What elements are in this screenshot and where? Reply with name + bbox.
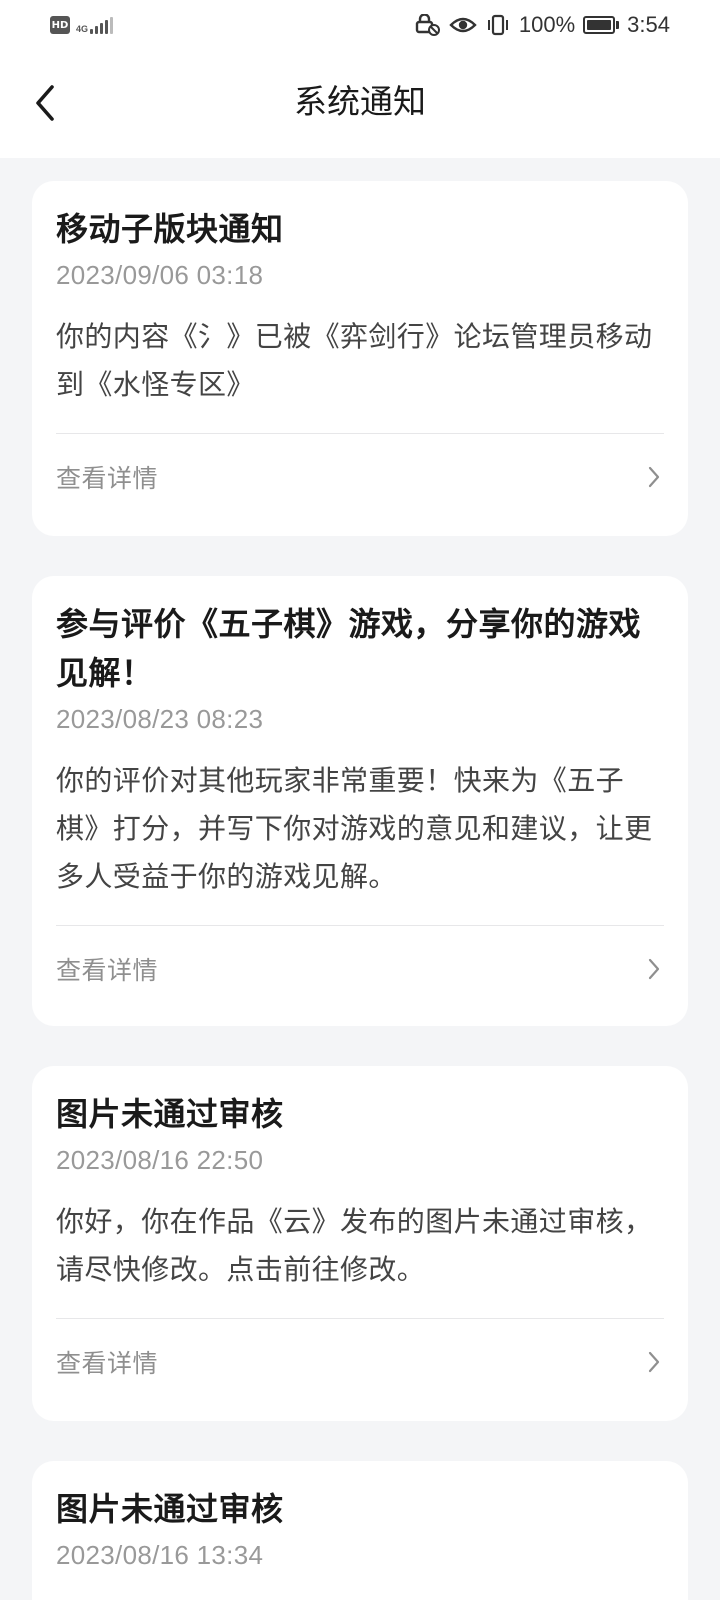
notification-title: 参与评价《五子棋》游戏，分享你的游戏见解！ <box>56 605 642 692</box>
status-bar: HD 4G 100% 3:54 <box>0 0 720 50</box>
chevron-right-icon <box>642 957 666 981</box>
notification-body: 你的评价对其他玩家非常重要！快来为《五子棋》打分，并写下你对游戏的意见和建议，让… <box>56 764 653 893</box>
clock-time: 3:54 <box>627 12 670 37</box>
notification-card: 图片未通过审核 2023/08/16 22:50 你好，你在作品《云》发布的图片… <box>32 1066 688 1421</box>
view-details-link[interactable]: 查看详情 <box>56 1319 664 1405</box>
signal-strength-icon <box>90 16 114 34</box>
chevron-right-icon <box>642 465 666 489</box>
notification-card: 移动子版块通知 2023/09/06 03:18 你的内容《氵》已被《弈剑行》论… <box>32 181 688 536</box>
notification-time: 2023/08/23 08:23 <box>56 704 264 734</box>
battery-icon <box>583 16 620 34</box>
status-right: 100% 3:54 <box>415 12 670 38</box>
view-details-label: 查看详情 <box>56 1349 159 1378</box>
notification-time: 2023/09/06 03:18 <box>56 260 264 290</box>
notification-card: 参与评价《五子棋》游戏，分享你的游戏见解！ 2023/08/23 08:23 你… <box>32 576 688 1026</box>
page-title: 系统通知 <box>294 82 426 121</box>
notification-body: 你好，你在作品《云》发布的图片未通过审核，请尽快修改。点击前往修改。 <box>56 1205 653 1286</box>
status-left: HD 4G <box>50 16 114 34</box>
battery-percent: 100% <box>518 12 576 37</box>
notification-time: 2023/08/16 13:34 <box>56 1540 264 1570</box>
vpn-key-icon <box>415 14 441 36</box>
notification-title: 移动子版块通知 <box>56 210 284 248</box>
view-details-link[interactable]: 查看详情 <box>56 434 664 520</box>
notification-title: 图片未通过审核 <box>56 1490 284 1528</box>
vibrate-icon <box>485 14 511 36</box>
view-details-label: 查看详情 <box>56 956 159 985</box>
view-details-link[interactable]: 查看详情 <box>56 926 664 1012</box>
notification-time: 2023/08/16 22:50 <box>56 1145 264 1175</box>
notification-title: 图片未通过审核 <box>56 1095 284 1133</box>
notification-card: 图片未通过审核 2023/08/16 13:34 <box>32 1461 688 1600</box>
navigation-header: 系统通知 <box>0 50 720 158</box>
notification-body: 你的内容《氵》已被《弈剑行》论坛管理员移动到《水怪专区》 <box>56 320 653 401</box>
chevron-right-icon <box>642 1350 666 1374</box>
network-type-label: 4G <box>76 24 89 34</box>
hd-badge: HD <box>50 16 70 34</box>
view-details-label: 查看详情 <box>56 464 159 493</box>
network-indicator: 4G <box>76 16 114 34</box>
eye-icon <box>449 15 477 35</box>
